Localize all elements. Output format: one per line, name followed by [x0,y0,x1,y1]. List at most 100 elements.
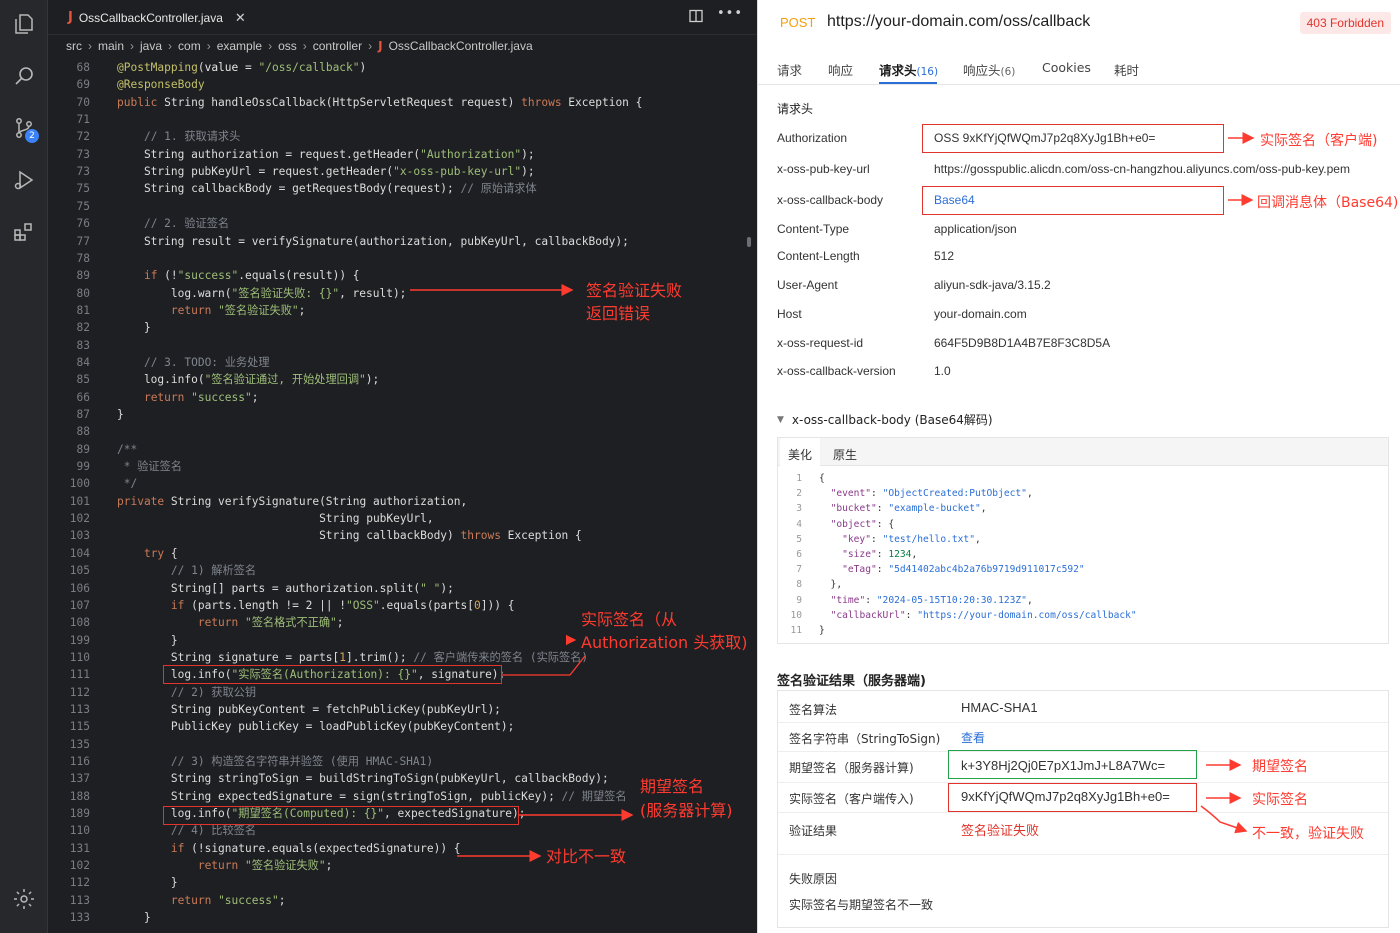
code-line[interactable]: 100 */ [48,475,757,492]
close-tab-icon[interactable]: ✕ [235,10,246,26]
line-number: 83 [76,338,90,352]
code-line[interactable]: 105 // 1) 解析签名 [48,562,757,579]
line-number: 75 [76,182,90,196]
annotation-actual-signature-client: 实际签名（客户端) [1260,133,1378,149]
header-key: User-Agent [777,278,838,292]
code-line[interactable]: 88 [48,423,757,440]
code-line[interactable]: 112 } [48,874,757,891]
run-debug-icon[interactable] [10,166,38,194]
breadcrumb-item[interactable]: main [98,39,124,53]
json-text: }, [819,579,843,591]
code-line[interactable]: 133 } [48,909,757,926]
line-number: 75 [76,199,90,213]
code-line[interactable]: 76 // 2. 验证签名 [48,215,757,232]
java-file-icon: J [68,10,73,25]
code-line[interactable]: 115 PublicKey publicKey = loadPublicKey(… [48,718,757,735]
inspector-tab[interactable]: 请求 [777,60,802,79]
status-badge: 403 Forbidden [1299,12,1391,34]
file-tab[interactable]: J OssCallbackController.java ✕ [62,0,252,35]
annotation-expected-signature-1: 期望签名 [640,777,705,796]
extensions-icon[interactable] [10,218,38,246]
code-line[interactable]: 102 return "签名验证失败"; [48,857,757,874]
breadcrumb-item[interactable]: controller [313,39,362,53]
annotation-mismatch: 对比不一致 [546,847,627,866]
code-line[interactable]: 106 String[] parts = authorization.split… [48,580,757,597]
code-line[interactable]: 84 // 3. TODO: 业务处理 [48,354,757,371]
code-line[interactable]: 68 @PostMapping(value = "/oss/callback") [48,59,757,76]
header-key: Content-Type [777,222,850,236]
code-line[interactable]: 75 String callbackBody = getRequestBody(… [48,180,757,197]
explorer-icon[interactable] [10,10,38,38]
inspector-tab[interactable]: 响应头(6) [963,60,1015,79]
breadcrumb-file[interactable]: OssCallbackController.java [389,39,533,53]
code-line[interactable]: 103 String callbackBody) throws Exceptio… [48,527,757,544]
code-text: log.info("签名验证通过, 开始处理回调"); [117,373,380,387]
breadcrumb-item[interactable]: java [140,39,162,53]
code-line[interactable]: 112 // 2) 获取公钥 [48,684,757,701]
breadcrumb-item[interactable]: example [217,39,262,53]
inspector-tab[interactable]: 响应 [828,60,853,79]
code-line[interactable]: 131 if (!signature.equals(expectedSignat… [48,840,757,857]
code-line[interactable]: 70 public String handleOssCallback(HttpSe… [48,94,757,111]
code-line[interactable]: 83 [48,337,757,354]
code-line[interactable]: 66 return "success"; [48,389,757,406]
decoded-body-toggle[interactable]: ▼ x-oss-callback-body (Base64解码) [777,411,993,428]
code-line[interactable]: 101 private String verifySignature(String… [48,493,757,510]
inspector-tab[interactable]: 耗时 [1114,60,1139,79]
json-line-number: 3 [796,503,802,515]
breadcrumb-item[interactable]: oss [278,39,297,53]
string-to-sign-view-link[interactable]: 查看 [961,729,985,746]
code-line[interactable]: 87} [48,406,757,423]
code-line[interactable]: 135 [48,736,757,753]
line-number: 113 [69,893,90,907]
breadcrumb-item[interactable]: src [66,39,82,53]
line-number: 199 [69,633,90,647]
breadcrumb-item[interactable]: com [178,39,201,53]
annotation-mismatch-result: 不一致，验证失败 [1252,826,1364,842]
code-line[interactable]: 78 [48,250,757,267]
code-text: return "success"; [143,390,259,404]
inspector-tab[interactable]: 请求头(16) [879,60,938,79]
expected-signature-label: 期望签名（服务器计算) [789,761,914,775]
code-line[interactable]: 73 String authorization = request.getHea… [48,146,757,163]
code-line[interactable]: 113 String pubKeyContent = fetchPublicKe… [48,701,757,718]
header-value: https://gosspublic.alicdn.com/oss-cn-han… [934,162,1350,176]
code-text: public String handleOssCallback(HttpServ… [117,95,643,109]
line-number: 78 [76,251,90,265]
file-tab-label: OssCallbackController.java [78,10,223,25]
algo-value: HMAC-SHA1 [961,700,1038,715]
json-tab-pretty[interactable]: 美化 [780,438,821,466]
code-line[interactable]: 102 String pubKeyUrl, [48,510,757,527]
code-line[interactable]: 81 return "签名验证失败"; [48,302,757,319]
code-line[interactable]: 82 } [48,319,757,336]
split-editor-icon[interactable] [689,9,703,27]
code-line[interactable]: 71 [48,111,757,128]
code-line[interactable]: 116 // 3) 构造签名字符串并验签 (使用 HMAC-SHA1) [48,753,757,770]
code-line[interactable]: 77 String result = verifySignature(autho… [48,233,757,250]
code-line[interactable]: 89 /** [48,441,757,458]
inspector-tab[interactable]: Cookies [1042,60,1091,75]
more-actions-icon[interactable]: ••• [717,7,743,27]
line-number: 112 [69,685,90,699]
editor-scrollbar[interactable] [742,59,756,933]
code-line[interactable]: 85 log.info("签名验证通过, 开始处理回调"); [48,371,757,388]
code-line[interactable]: 72 // 1. 获取请求头 [48,128,757,145]
settings-gear-icon[interactable] [10,885,38,913]
annotation-verify-fail: 签名验证失败 [586,281,683,300]
code-line[interactable]: 104 try { [48,545,757,562]
code-line[interactable]: 69 @ResponseBody [48,76,757,93]
annotation-return-error: 返回错误 [586,304,651,323]
code-line[interactable]: 73 String pubKeyUrl = request.getHeader(… [48,163,757,180]
code-text: } [117,321,151,335]
chevron-right-icon: › [302,39,307,53]
code-line[interactable]: 75 [48,198,757,215]
request-url[interactable]: https://your-domain.com/oss/callback [827,13,1090,31]
json-tab-raw[interactable]: 原生 [833,446,857,463]
line-number: 76 [76,217,90,231]
code-line[interactable]: 113 return "success"; [48,892,757,909]
code-text: String pubKeyContent = fetchPublicKey(pu… [117,702,501,716]
code-line[interactable]: 99 * 验证签名 [48,458,757,475]
line-number: 106 [69,581,90,595]
search-icon[interactable] [10,62,38,90]
header-value: application/json [934,222,1017,236]
